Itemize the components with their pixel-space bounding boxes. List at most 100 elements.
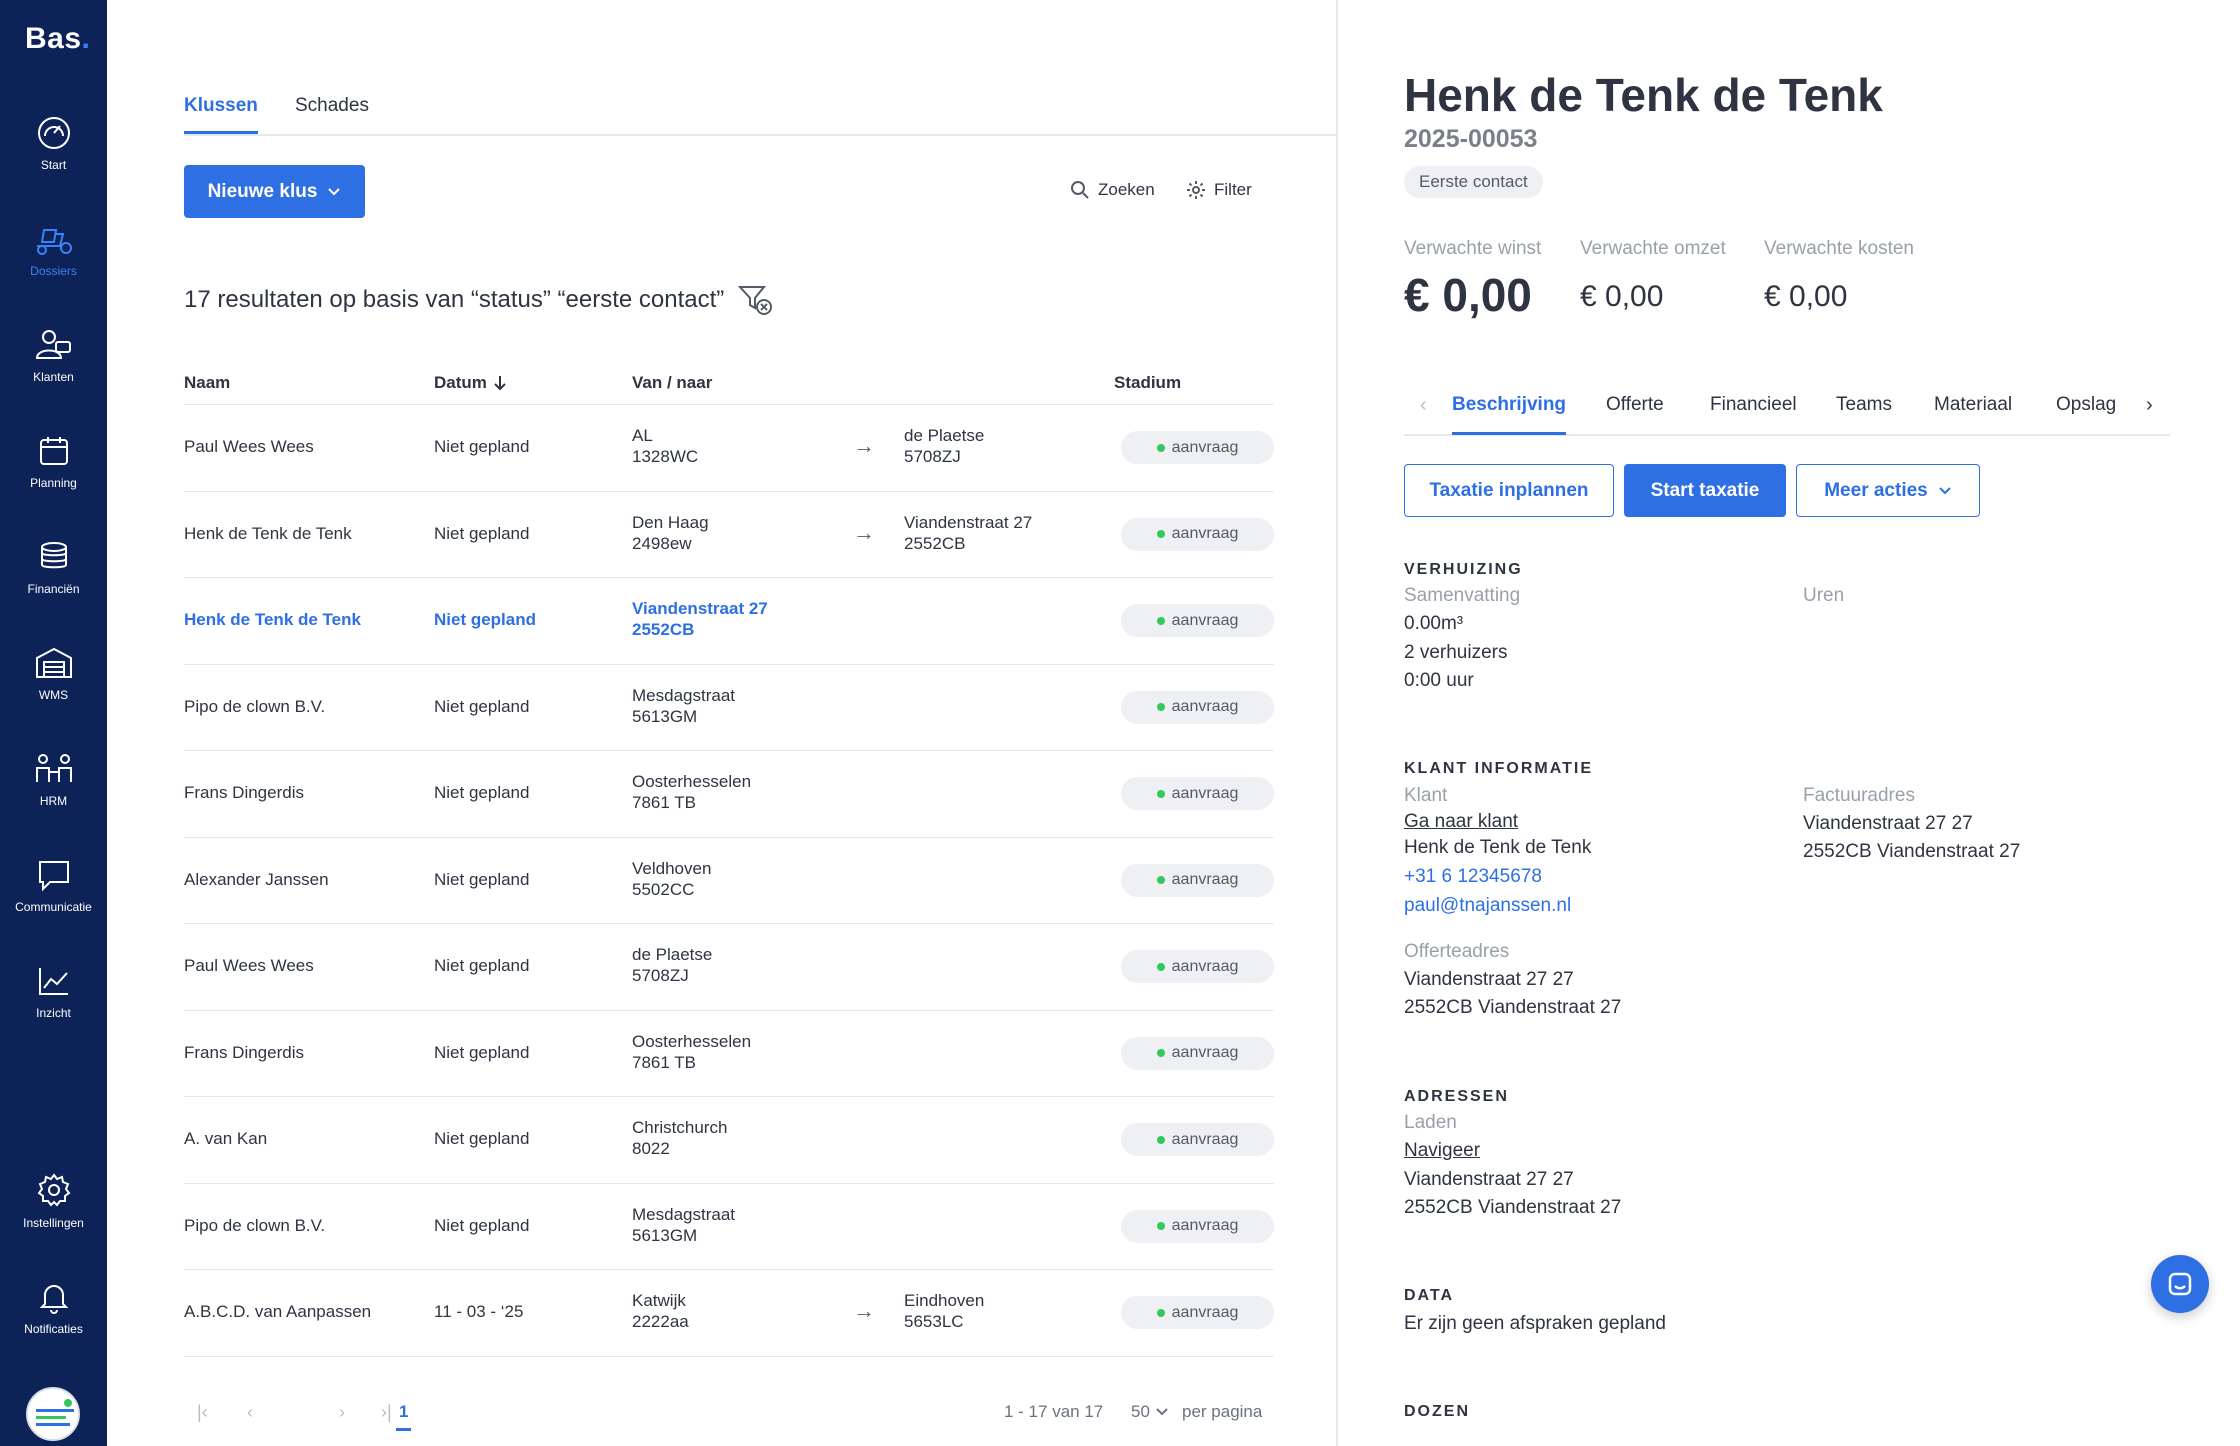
customer-email-link[interactable]: paul@tnajanssen.nl	[1404, 892, 1571, 921]
naar-line2: 2552CB	[904, 533, 966, 553]
sidebar-item-wms[interactable]: WMS	[0, 646, 107, 702]
settings-filter-icon	[1187, 181, 1205, 199]
tab-offerte[interactable]: Offerte	[1606, 394, 1664, 432]
column-header-van-naar[interactable]: Van / naar	[632, 373, 712, 393]
van-line1: Katwijk	[632, 1291, 686, 1310]
logo[interactable]: Bas.	[25, 22, 90, 56]
sidebar: Bas. Start Dossiers Klanten Planning Fin…	[0, 0, 107, 1446]
van-line1: Viandenstraat 27	[632, 599, 768, 618]
van-line2: 5613GM	[632, 1225, 698, 1245]
sidebar-label: Inzicht	[36, 1006, 71, 1020]
column-header-datum[interactable]: Datum	[434, 373, 507, 393]
cell-datum: Niet gepland	[434, 869, 530, 889]
search-icon	[1071, 181, 1089, 199]
sidebar-item-planning[interactable]: Planning	[0, 434, 107, 490]
van-line1: Christchurch	[632, 1118, 728, 1137]
tab-materiaal[interactable]: Materiaal	[1934, 394, 2012, 432]
last-page-icon[interactable]: ›|	[381, 1402, 392, 1423]
cell-naar: Eindhoven 5653LC	[904, 1290, 984, 1332]
table-row[interactable]: A. van Kan Niet gepland Christchurch 8022 aa…	[184, 1096, 1274, 1183]
sidebar-item-communicatie[interactable]: Communicatie	[0, 858, 107, 914]
people-icon	[35, 754, 72, 782]
customer-name: Henk de Tenk de Tenk	[1404, 837, 1592, 858]
cell-van: Viandenstraat 27 2552CB	[632, 598, 768, 640]
cell-naam: Henk de Tenk de Tenk	[184, 610, 361, 629]
table-row[interactable]: Paul Wees Wees Niet gepland de Plaetse 5708…	[184, 923, 1274, 1010]
tab-klussen[interactable]: Klussen	[184, 95, 258, 134]
plan-valuation-button[interactable]: Taxatie inplannen	[1404, 464, 1614, 517]
stage-text: aanvraag	[1171, 871, 1239, 888]
more-actions-button[interactable]: Meer acties	[1796, 464, 1980, 517]
column-header-stadium[interactable]: Stadium	[1114, 373, 1181, 393]
table-row[interactable]: Pipo de clown B.V. Niet gepland Mesdagstra…	[184, 663, 1274, 751]
table-row[interactable]: Alexander Janssen Niet gepland Veldhoven 55…	[184, 836, 1274, 924]
cell-datum: Niet gepland	[434, 696, 530, 716]
gear-icon	[37, 1173, 70, 1207]
sidebar-item-dossiers[interactable]: Dossiers	[0, 222, 107, 278]
customer-phone-link[interactable]: +31 6 12345678	[1404, 863, 1542, 892]
sidebar-item-klanten[interactable]: Klanten	[0, 328, 107, 384]
table-row[interactable]: Pipo de clown B.V. Niet gepland Mesdagstra…	[184, 1182, 1274, 1270]
cell-datum: Niet gepland	[434, 1215, 530, 1235]
avatar[interactable]	[26, 1387, 80, 1441]
metric-value-kosten: € 0,00	[1764, 280, 1848, 313]
sidebar-item-financien[interactable]: Financiën	[0, 540, 107, 596]
van-line2: 2222aa	[632, 1312, 689, 1331]
metric-label-omzet: Verwachte omzet	[1580, 238, 1726, 259]
avatar-image-icon	[28, 1389, 78, 1439]
cell-naam: Frans Dingerdis	[184, 783, 304, 802]
van-line1: Oosterhesselen	[632, 772, 752, 791]
tab-financieel[interactable]: Financieel	[1710, 394, 1797, 432]
sidebar-item-instellingen[interactable]: Instellingen	[0, 1172, 107, 1230]
first-page-icon[interactable]: |‹	[197, 1402, 208, 1423]
table-row[interactable]: Paul Wees Wees Niet gepland AL 1328WC → de Pl…	[184, 404, 1274, 491]
cell-datum: 11 - 03 - ‘25	[434, 1302, 524, 1321]
search-button[interactable]: Zoeken	[1070, 180, 1155, 200]
jobs-table: Paul Wees Wees Niet gepland AL 1328WC → de Pl…	[184, 404, 1274, 1396]
status-dot-icon	[1156, 962, 1165, 971]
previous-page-icon[interactable]: ‹	[247, 1402, 253, 1423]
van-line2: 2498ew	[632, 533, 692, 553]
section-title-dozen: DOZEN	[1404, 1403, 1470, 1420]
column-header-naam[interactable]: Naam	[184, 373, 230, 393]
table-row[interactable]: Henk de Tenk de Tenk Niet gepland Viandens…	[184, 577, 1274, 664]
column-header-label: Naam	[184, 373, 231, 392]
tab-opslag[interactable]: Opslag	[2056, 394, 2116, 432]
van-line1: AL	[632, 426, 653, 445]
start-valuation-button[interactable]: Start taxatie	[1624, 464, 1786, 517]
sidebar-label: Planning	[30, 476, 77, 490]
invoice-address-line1: Viandenstraat 27 27	[1803, 813, 1973, 834]
cell-datum: Niet gepland	[434, 783, 530, 802]
table-row[interactable]: A.B.C.D. van Aanpassen 11 - 03 - ‘25 Katwi…	[184, 1269, 1274, 1356]
sidebar-item-inzicht[interactable]: Inzicht	[0, 964, 107, 1020]
status-dot-icon	[1156, 1135, 1165, 1144]
go-to-customer-link[interactable]: Ga naar klant	[1404, 808, 1518, 837]
tab-teams[interactable]: Teams	[1836, 394, 1892, 432]
cell-van: Oosterhesselen 7861 TB	[632, 771, 751, 813]
chevron-down-icon	[328, 187, 341, 195]
tab-beschrijving[interactable]: Beschrijving	[1452, 394, 1567, 435]
sidebar-label: Dossiers	[30, 264, 77, 278]
next-page-icon[interactable]: ›	[339, 1402, 345, 1423]
cell-naam: Henk de Tenk de Tenk	[184, 523, 352, 543]
table-row[interactable]: Frans Dingerdis Niet gepland Oosterhessele…	[184, 750, 1274, 837]
chevron-right-icon[interactable]: ›	[2146, 394, 2153, 417]
clear-filter-icon[interactable]	[738, 284, 774, 316]
dashboard-gauge-icon	[37, 117, 70, 149]
current-page[interactable]: 1	[396, 1402, 412, 1431]
table-row[interactable]: Frans Dingerdis Niet gepland Oosterhessele…	[184, 1009, 1274, 1097]
column-header-label: Datum	[434, 373, 487, 392]
sidebar-item-notificaties[interactable]: Notificaties	[0, 1280, 107, 1336]
status-dot-icon	[1156, 789, 1165, 798]
sidebar-item-start[interactable]: Start	[0, 116, 107, 172]
new-job-button[interactable]: Nieuwe klus	[184, 165, 365, 218]
stage-text: aanvraag	[1171, 698, 1239, 715]
table-row[interactable]: Henk de Tenk de Tenk Niet gepland Den Haag…	[184, 490, 1274, 578]
chat-widget-button[interactable]	[2151, 1255, 2209, 1313]
chevron-left-icon[interactable]: ‹	[1420, 394, 1427, 417]
sidebar-item-hrm[interactable]: HRM	[0, 752, 107, 808]
filter-button[interactable]: Filter	[1186, 180, 1252, 200]
navigate-link[interactable]: Navigeer	[1404, 1137, 1480, 1166]
per-page-select[interactable]: 50	[1131, 1402, 1168, 1422]
tab-schades[interactable]: Schades	[295, 95, 369, 131]
